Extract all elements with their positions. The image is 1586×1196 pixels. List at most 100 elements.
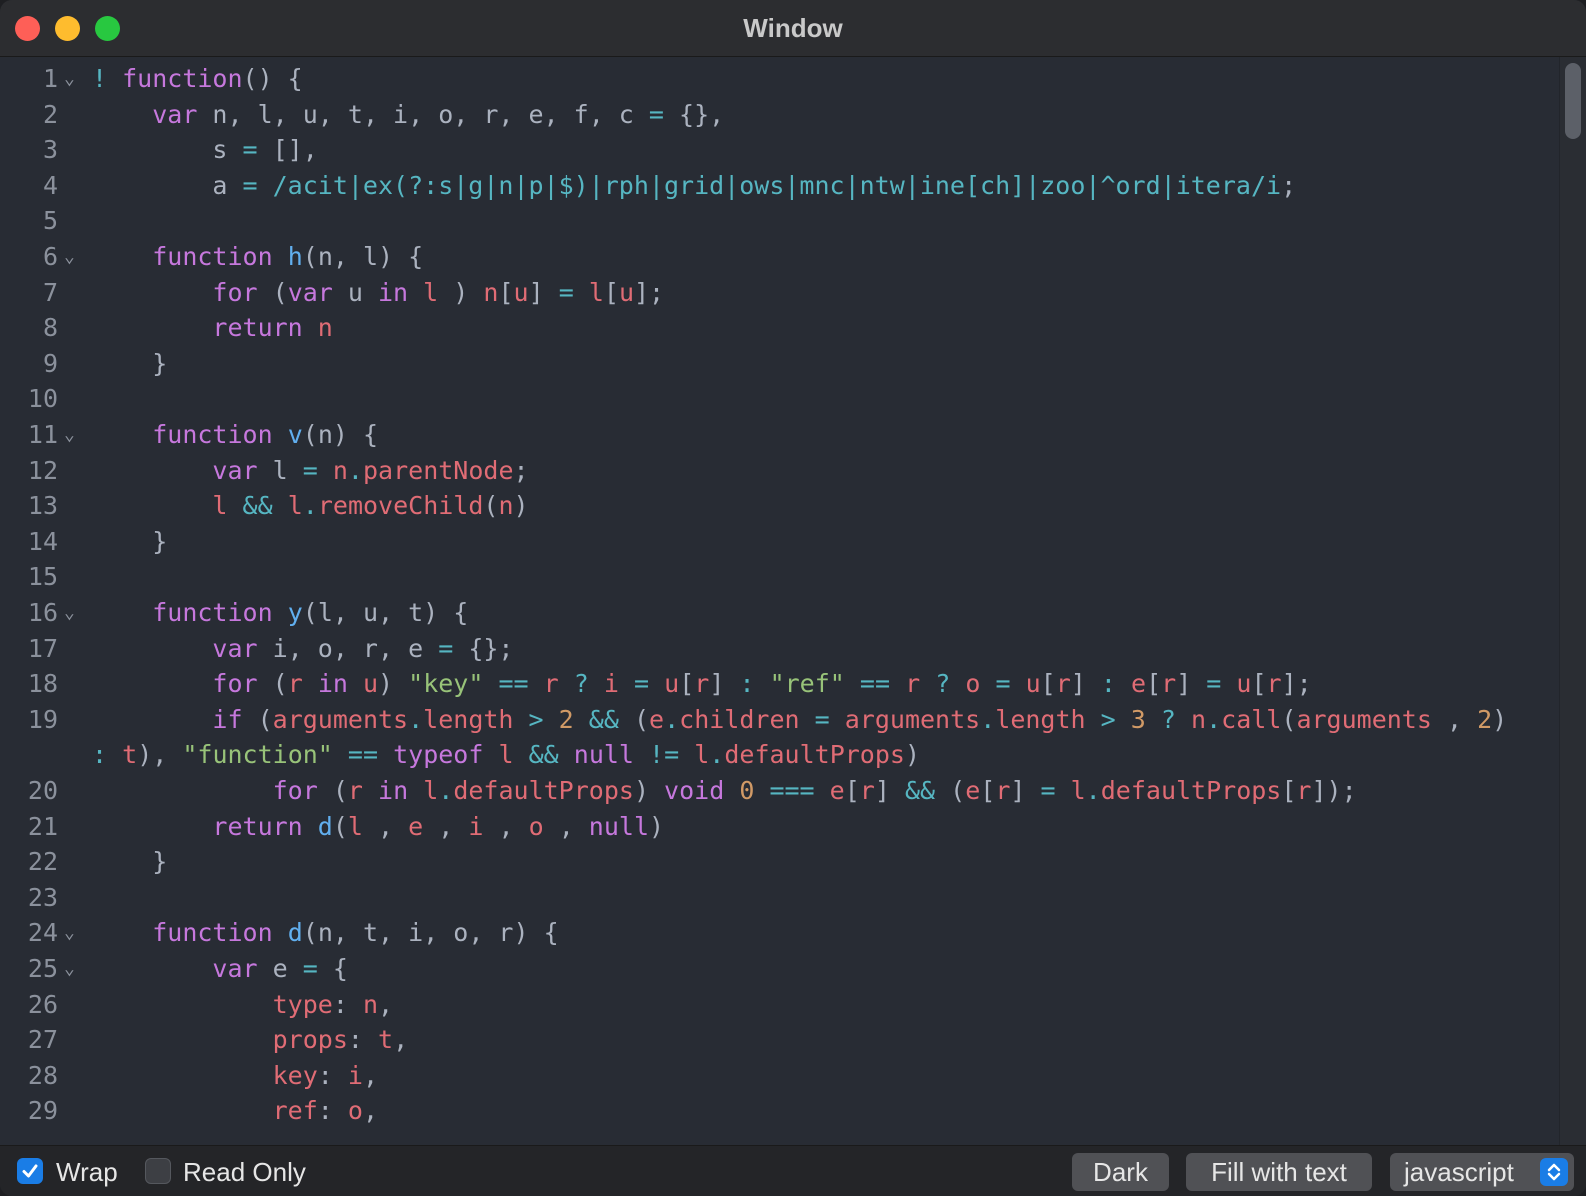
fill-with-text-button[interactable]: Fill with text bbox=[1186, 1153, 1372, 1191]
code-text: props: t, bbox=[92, 1022, 409, 1058]
code-token: "function" bbox=[182, 740, 333, 770]
code-token: n bbox=[362, 989, 379, 1019]
select-arrows-icon bbox=[1540, 1158, 1568, 1186]
code-token: r bbox=[905, 669, 921, 699]
code-token: r bbox=[1266, 669, 1282, 699]
line-number: 11 bbox=[27, 420, 58, 449]
code-token: arguments bbox=[272, 704, 409, 734]
line-number: 22 bbox=[27, 847, 58, 877]
code-token: h bbox=[287, 242, 303, 271]
code-text: l && l.removeChild(n) bbox=[92, 488, 528, 524]
code-token: [ bbox=[844, 776, 860, 805]
line-number: 2 bbox=[42, 99, 58, 129]
code-text: return n bbox=[92, 310, 333, 346]
code-token: && bbox=[528, 740, 559, 770]
code-token: . bbox=[1206, 704, 1222, 734]
read-only-label: Read Only bbox=[183, 1157, 306, 1187]
code-token: "key" bbox=[408, 669, 484, 699]
line-number: 3 bbox=[42, 135, 58, 165]
code-token: {}; bbox=[453, 633, 514, 663]
code-token: 0 bbox=[739, 776, 755, 805]
code-token: ref bbox=[272, 1096, 318, 1126]
code-token: . bbox=[408, 704, 424, 734]
fold-chevron-icon[interactable]: ⌄ bbox=[64, 61, 75, 97]
language-select[interactable]: javascript bbox=[1390, 1153, 1574, 1191]
code-editor[interactable]: 1 ⌄! function() {2 var n, l, u, t, i, o, … bbox=[0, 57, 1560, 1145]
code-token: ; bbox=[513, 455, 529, 485]
code-token: , bbox=[362, 811, 409, 841]
code-token: ]; bbox=[1281, 669, 1312, 699]
code-token: : bbox=[739, 669, 755, 699]
wrap-checkbox[interactable] bbox=[17, 1158, 43, 1184]
code-text: var e = { bbox=[92, 951, 348, 987]
line-number: 24 bbox=[27, 918, 58, 948]
fold-chevron-icon[interactable]: ⌄ bbox=[64, 595, 75, 631]
code-token: ) bbox=[649, 811, 665, 841]
code-text: var n, l, u, t, i, o, r, e, f, c = {}, bbox=[92, 97, 724, 133]
code-token: o bbox=[965, 669, 981, 699]
code-token: call bbox=[1221, 704, 1282, 734]
code-text: function y(l, u, t) { bbox=[92, 595, 468, 631]
code-token: in bbox=[317, 669, 348, 699]
code-text: function v(n) { bbox=[92, 417, 378, 453]
line-number: 4 bbox=[42, 170, 58, 200]
code-token: v bbox=[287, 420, 303, 449]
code-token: r bbox=[694, 669, 710, 699]
code-text: return d(l , e , i , o , null) bbox=[92, 809, 664, 845]
code-token: ) bbox=[904, 740, 921, 770]
dark-button[interactable]: Dark bbox=[1072, 1153, 1169, 1191]
title-bar: Window bbox=[0, 0, 1586, 57]
code-token: defaultProps bbox=[1100, 776, 1282, 805]
line-number: 13 bbox=[27, 491, 58, 521]
code-token: u bbox=[1236, 669, 1252, 699]
code-token: e bbox=[965, 776, 981, 805]
code-token: props bbox=[272, 1025, 348, 1055]
code-token: ] bbox=[709, 669, 740, 699]
vertical-scrollbar[interactable] bbox=[1559, 57, 1586, 1145]
code-token: ) bbox=[438, 277, 484, 307]
fold-chevron-icon[interactable]: ⌄ bbox=[64, 951, 75, 987]
code-token: && bbox=[588, 704, 619, 734]
read-only-checkbox[interactable] bbox=[145, 1158, 171, 1184]
code-token: , bbox=[362, 1060, 379, 1090]
code-token: { bbox=[317, 954, 348, 983]
code-token: () { bbox=[242, 64, 303, 93]
code-token: i bbox=[603, 669, 619, 699]
code-token: u bbox=[618, 277, 634, 307]
code-token: l bbox=[694, 740, 710, 770]
code-token: ) bbox=[633, 776, 665, 805]
code-token: = bbox=[814, 704, 830, 734]
code-token: ] bbox=[1070, 669, 1101, 699]
fold-chevron-icon[interactable]: ⌄ bbox=[64, 915, 75, 951]
code-token: i, o, r, e bbox=[257, 633, 439, 663]
code-token: children bbox=[679, 704, 800, 734]
code-token: r bbox=[859, 776, 875, 805]
scrollbar-thumb[interactable] bbox=[1565, 63, 1581, 139]
code-token: (n, l) { bbox=[302, 242, 424, 271]
code-token: n bbox=[317, 313, 333, 343]
code-token: s bbox=[92, 135, 243, 165]
fold-chevron-icon[interactable]: ⌄ bbox=[64, 417, 75, 453]
code-token: void bbox=[664, 776, 725, 805]
app-window: Window 1 ⌄! function() {2 var n, l, u, t,… bbox=[0, 0, 1586, 1196]
fold-chevron-icon[interactable]: ⌄ bbox=[64, 239, 75, 275]
code-token: defaultProps bbox=[453, 776, 634, 805]
line-number: 20 bbox=[27, 776, 58, 805]
